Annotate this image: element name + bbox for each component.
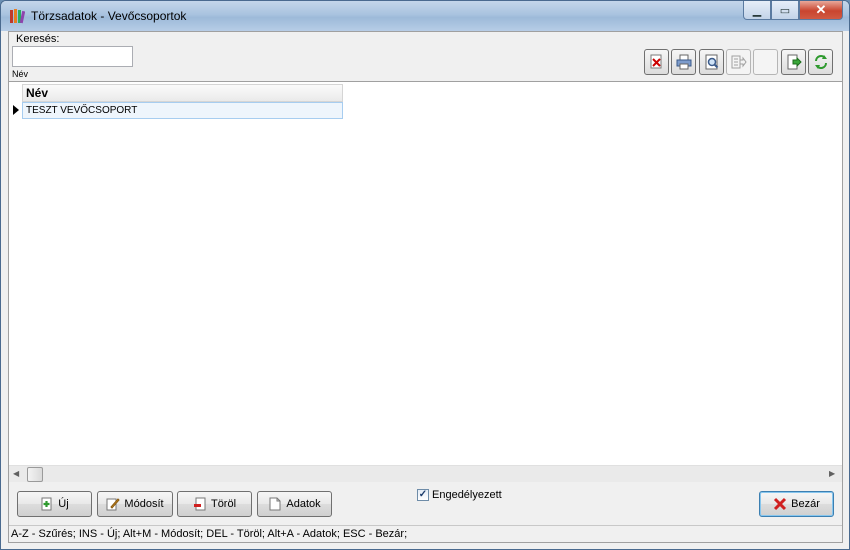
export-icon <box>731 55 747 69</box>
clear-filter-button[interactable] <box>644 49 669 75</box>
close-x-icon <box>774 497 787 511</box>
refresh-button[interactable] <box>808 49 833 75</box>
checkbox-checked-icon[interactable]: ✓ <box>417 489 429 501</box>
delete-button[interactable]: Töröl <box>177 491 252 517</box>
print-preview-icon <box>705 54 718 70</box>
search-label: Keresés: <box>16 33 60 45</box>
edit-icon <box>106 498 121 511</box>
maximize-button[interactable]: ▭ <box>771 1 799 20</box>
export-button[interactable] <box>726 49 751 75</box>
search-input[interactable] <box>12 46 133 67</box>
exit-button[interactable] <box>781 49 806 75</box>
exit-icon <box>787 54 802 70</box>
document-icon <box>269 497 281 511</box>
new-button[interactable]: Új <box>17 491 92 517</box>
data-button[interactable]: Adatok <box>257 491 332 517</box>
print-icon <box>676 54 691 70</box>
enabled-checkbox[interactable]: ✓ Engedélyezett <box>417 489 502 501</box>
delete-icon <box>193 497 206 511</box>
minimize-button[interactable]: ▁ <box>743 1 771 20</box>
window-controls: ▁ ▭ ✕ <box>743 1 843 21</box>
delete-button-label: Töröl <box>210 498 237 510</box>
client-area: Keresés: Név Név TESZT VEVŐCSOPORT ◀ ▶ Ú… <box>8 31 843 543</box>
scroll-thumb[interactable] <box>27 467 43 482</box>
current-row-indicator-icon <box>13 105 19 115</box>
refresh-icon <box>814 55 827 69</box>
table-row[interactable]: TESZT VEVŐCSOPORT <box>22 102 343 119</box>
modify-button-label: Módosít <box>124 498 164 510</box>
modify-button[interactable]: Módosít <box>97 491 173 517</box>
scroll-right-icon[interactable]: ▶ <box>829 469 835 478</box>
new-button-label: Új <box>58 498 69 510</box>
clear-filter-icon <box>650 54 661 69</box>
new-icon <box>41 497 52 511</box>
close-icon: ✕ <box>815 2 827 17</box>
data-grid[interactable]: Név TESZT VEVŐCSOPORT <box>9 81 842 465</box>
close-window-button[interactable]: ✕ <box>799 1 843 20</box>
close-button[interactable]: Bezár <box>759 491 834 517</box>
main-window: Törzsadatok - Vevőcsoportok ▁ ▭ ✕ Keresé… <box>0 0 850 550</box>
blank-toolbar-button[interactable] <box>753 49 778 75</box>
scroll-left-icon[interactable]: ◀ <box>13 469 19 478</box>
window-title: Törzsadatok - Vevőcsoportok <box>31 9 187 23</box>
close-button-label: Bezár <box>791 498 820 510</box>
print-button[interactable] <box>671 49 696 75</box>
books-app-icon <box>10 9 25 24</box>
title-bar[interactable]: Törzsadatok - Vevőcsoportok ▁ ▭ ✕ <box>1 1 849 31</box>
enabled-checkbox-label: Engedélyezett <box>432 489 502 501</box>
maximize-icon: ▭ <box>779 4 791 17</box>
column-header-nev[interactable]: Név <box>22 84 343 102</box>
search-field-label: Név <box>12 69 29 79</box>
data-button-label: Adatok <box>286 498 321 510</box>
minimize-icon: ▁ <box>752 4 762 17</box>
print-preview-button[interactable] <box>699 49 724 75</box>
status-bar: A-Z - Szűrés; INS - Új; Alt+M - Módosít;… <box>9 525 842 543</box>
horizontal-scrollbar[interactable]: ◀ ▶ <box>9 465 842 482</box>
